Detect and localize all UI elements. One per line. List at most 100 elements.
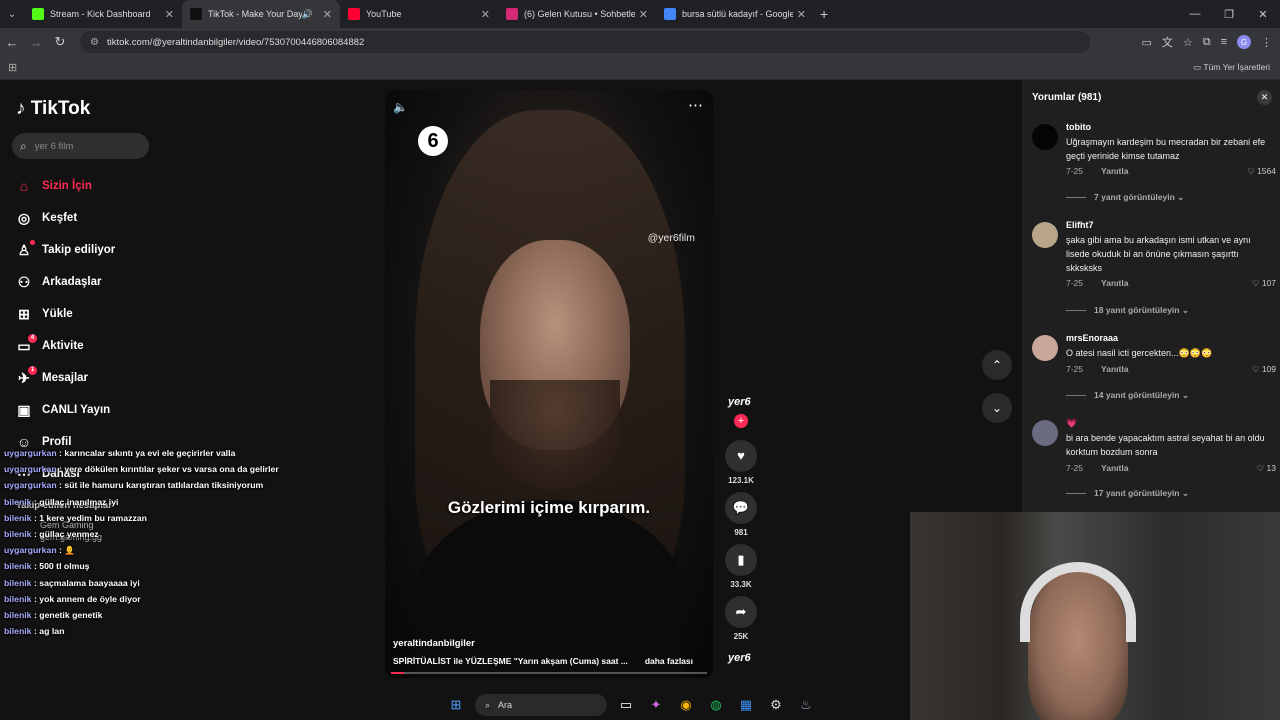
tab-close-icon[interactable]: ✕ [165, 8, 174, 21]
translate-icon[interactable]: 文 [1162, 34, 1173, 50]
view-replies-button[interactable]: 14 yanıt görüntüleyin ⌄ [1066, 390, 1189, 401]
prev-video-chevron-up-icon[interactable]: ⌃ [982, 350, 1012, 380]
chat-username[interactable]: bilenik [4, 578, 32, 588]
comment-username[interactable]: Elifht7 [1066, 220, 1094, 230]
nav-item-upload[interactable]: ⊞ Yükle [14, 298, 115, 330]
comment-avatar[interactable] [1032, 124, 1058, 150]
comment-avatar[interactable] [1032, 420, 1058, 446]
comment-like-button[interactable]: ♡ 109 [1252, 364, 1276, 375]
bookmark-star-icon[interactable]: ☆ [1183, 36, 1193, 49]
comment-avatar[interactable] [1032, 335, 1058, 361]
nav-item-compass[interactable]: ◎ Keşfet [14, 202, 115, 234]
steelseries-icon[interactable]: ⚙ [765, 694, 787, 716]
chat-username[interactable]: uygargurkan [4, 464, 57, 474]
chat-username[interactable]: bilenik [4, 513, 32, 523]
chat-username[interactable]: uygargurkan [4, 448, 57, 458]
comment-like-button[interactable]: ♡ 13 [1257, 463, 1276, 474]
tab-close-icon[interactable]: ✕ [797, 8, 806, 21]
task-view-icon[interactable]: ▭ [615, 694, 637, 716]
comment-like-button[interactable]: ♡ 1564 [1247, 166, 1276, 177]
next-video-chevron-down-icon[interactable]: ⌄ [982, 393, 1012, 423]
tab-search-icon[interactable]: ⌄ [0, 0, 24, 28]
profile-avatar-icon[interactable]: G [1237, 35, 1251, 49]
nav-item-messages[interactable]: ✈ 1 Mesajlar [14, 362, 115, 394]
tab-close-icon[interactable]: ✕ [323, 8, 332, 21]
chat-username[interactable]: uygargurkan [4, 545, 57, 555]
view-replies-button[interactable]: 18 yanıt görüntüleyin ⌄ [1066, 305, 1189, 316]
reply-button[interactable]: Yanıtla [1101, 166, 1128, 176]
browser-menu-icon[interactable]: ⋮ [1261, 36, 1272, 49]
nav-item-home[interactable]: ⌂ Sizin İçin [14, 170, 115, 202]
back-icon[interactable]: ← [0, 35, 24, 50]
video-more-icon[interactable]: ⋯ [688, 96, 703, 114]
extensions-icon[interactable]: ⧉ [1203, 36, 1211, 49]
chat-username[interactable]: uygargurkan [4, 480, 57, 490]
volume-icon[interactable]: 🔈 [393, 100, 408, 114]
minimize-icon[interactable]: — [1178, 0, 1212, 28]
nav-item-friends[interactable]: ⚇ Arkadaşlar [14, 266, 115, 298]
tab-close-icon[interactable]: ✕ [481, 8, 490, 21]
browser-tab[interactable]: YouTube ✕ [340, 0, 498, 28]
nav-item-following[interactable]: ♙ Takip ediliyor [14, 234, 115, 266]
chat-text: 1 kere yedim bu ramazzan [39, 512, 147, 523]
comment-username[interactable]: 💗 [1066, 418, 1077, 429]
steam-icon[interactable]: ♨ [795, 694, 817, 716]
follow-plus-icon[interactable]: + [734, 414, 748, 428]
browser-tab[interactable]: (6) Gelen Kutusu • Sohbetler ✕ [498, 0, 656, 28]
tiktok-logo[interactable]: ♪ TikTok [16, 98, 90, 120]
maximize-icon[interactable]: ❐ [1212, 0, 1246, 28]
reply-button[interactable]: Yanıtla [1101, 278, 1128, 288]
chat-username[interactable]: bilenik [4, 497, 32, 507]
comment-like-count: 1564 [1257, 166, 1276, 176]
site-info-icon[interactable]: ⚙ [90, 37, 99, 48]
see-more-link[interactable]: daha fazlası [645, 656, 693, 666]
view-replies-button[interactable]: 17 yanıt görüntüleyin ⌄ [1066, 488, 1189, 499]
video-player[interactable]: 6 @yer6film 🔈 ⋯ Gözlerimi içime kırparım… [385, 90, 713, 678]
chat-username[interactable]: bilenik [4, 626, 32, 636]
cast-icon[interactable]: ▭ [1141, 36, 1151, 49]
windows-start-icon[interactable]: ⊞ [445, 694, 467, 716]
reply-button[interactable]: Yanıtla [1101, 364, 1128, 374]
copilot-icon[interactable]: ✦ [645, 694, 667, 716]
tab-close-icon[interactable]: ✕ [639, 8, 648, 21]
forward-icon[interactable]: → [24, 35, 48, 50]
like-count: 123.1K [728, 476, 754, 485]
all-bookmarks-button[interactable]: ▭ Tüm Yer İşaretleri [1193, 62, 1270, 73]
chat-username[interactable]: bilenik [4, 561, 32, 571]
chat-username[interactable]: bilenik [4, 594, 32, 604]
comment-avatar[interactable] [1032, 222, 1058, 248]
media-icon[interactable]: ≡ [1221, 36, 1227, 48]
comment-username[interactable]: tobito [1066, 122, 1091, 132]
reload-icon[interactable]: ↻ [48, 34, 72, 50]
nav-item-activity[interactable]: ▭ 4 Aktivite [14, 330, 115, 362]
video-author[interactable]: yeraltindanbilgiler [393, 638, 475, 649]
comment-button[interactable]: 💬 981 [722, 492, 760, 537]
tab-audio-icon[interactable]: 🔊 [302, 9, 313, 20]
apps-grid-icon[interactable]: ⊞ [8, 61, 17, 74]
chat-message: uygargurkan : karıncalar sıkıntı ya evi … [4, 445, 304, 461]
nav-item-live[interactable]: ▣ CANLI Yayın [14, 394, 115, 426]
search-input[interactable]: ⌕ yer 6 film [12, 133, 149, 159]
spotify-icon[interactable]: ◍ [705, 694, 727, 716]
reply-button[interactable]: Yanıtla [1101, 463, 1128, 473]
chrome-icon[interactable]: ◉ [675, 694, 697, 716]
url-bar[interactable]: ⚙ tiktok.com/@yeraltindanbilgiler/video/… [80, 31, 1090, 53]
like-button[interactable]: ♥ 123.1K [722, 440, 760, 485]
view-replies-button[interactable]: 7 yanıt görüntüleyin ⌄ [1066, 192, 1184, 203]
save-button[interactable]: ▮ 33.3K [722, 544, 760, 589]
chat-username[interactable]: bilenik [4, 529, 32, 539]
new-tab-icon[interactable]: + [820, 6, 828, 22]
video-progress-bar[interactable] [391, 672, 707, 674]
notification-badge: 4 [28, 334, 37, 343]
close-comments-icon[interactable]: ✕ [1257, 90, 1272, 105]
browser-tab[interactable]: bursa sütlü kadayıf - Google'da ✕ [656, 0, 814, 28]
comment-username[interactable]: mrsEnoraaa [1066, 333, 1118, 343]
browser-tab[interactable]: TikTok - Make Your Day 🔊 ✕ [182, 0, 340, 28]
chat-username[interactable]: bilenik [4, 610, 32, 620]
browser-tab[interactable]: Stream - Kick Dashboard ✕ [24, 0, 182, 28]
store-icon[interactable]: ▦ [735, 694, 757, 716]
share-button[interactable]: ➦ 25K [722, 596, 760, 641]
close-window-icon[interactable]: ✕ [1246, 0, 1280, 28]
taskbar-search[interactable]: ⌕ Ara [475, 694, 607, 716]
comment-like-button[interactable]: ♡ 107 [1252, 278, 1276, 289]
